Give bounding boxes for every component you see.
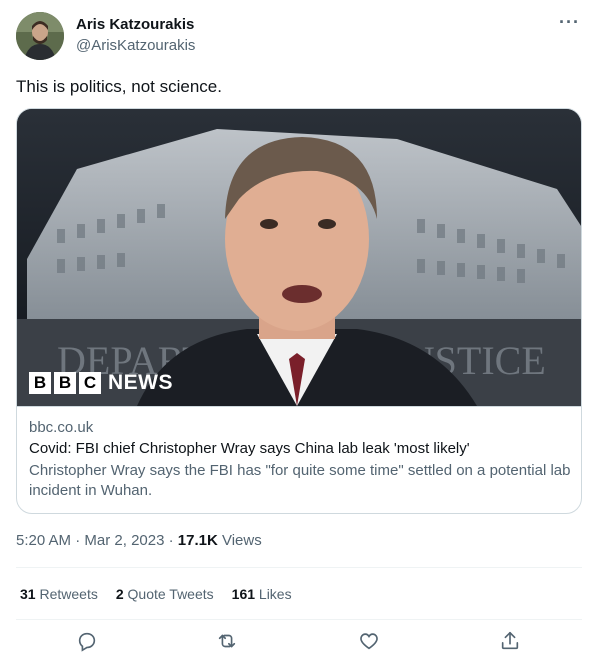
quotes-label: Quote Tweets — [127, 586, 214, 602]
more-horizontal-icon[interactable]: ··· — [559, 12, 580, 33]
card-description: Christopher Wray says the FBI has "for q… — [29, 462, 571, 499]
avatar[interactable] — [16, 12, 64, 60]
share-icon[interactable] — [499, 630, 523, 654]
retweets-stat[interactable]: 31 Retweets — [20, 586, 98, 602]
likes-count: 161 — [231, 586, 256, 602]
card-photo: DEPARTMENT OF JUSTICE — [17, 109, 581, 406]
tweet-header: Aris Katzourakis @ArisKatzourakis ··· — [16, 12, 584, 62]
action-bar — [16, 628, 582, 658]
card-image[interactable]: DEPARTMENT OF JUSTICE B B C NEWS — [17, 109, 581, 406]
views-count: 17.1K — [177, 532, 218, 549]
engagement-stats: 31 Retweets 2 Quote Tweets 161 Likes — [20, 586, 310, 602]
bbc-letter: C — [79, 372, 101, 394]
separator: · — [168, 532, 178, 549]
card-meta[interactable]: bbc.co.uk Covid: FBI chief Christopher W… — [17, 406, 581, 513]
reply-icon[interactable] — [76, 630, 100, 654]
retweet-icon[interactable] — [216, 630, 240, 654]
retweets-count: 31 — [20, 586, 36, 602]
bbc-letter: B — [29, 372, 51, 394]
separator: · — [75, 532, 85, 549]
bbc-news-logo: B B C NEWS — [29, 371, 173, 395]
card-domain: bbc.co.uk — [29, 419, 94, 436]
divider — [16, 567, 582, 568]
divider — [16, 619, 582, 620]
author-handle[interactable]: @ArisKatzourakis — [76, 37, 195, 54]
tweet-timestamp: 5:20 AM · Mar 2, 2023 · 17.1K Views — [16, 532, 262, 549]
quotes-stat[interactable]: 2 Quote Tweets — [116, 586, 214, 602]
quotes-count: 2 — [115, 586, 124, 602]
retweets-label: Retweets — [39, 586, 98, 602]
tweet-time[interactable]: 5:20 AM — [16, 532, 71, 549]
card-title: Covid: FBI chief Christopher Wray says C… — [29, 440, 470, 457]
link-card[interactable]: DEPARTMENT OF JUSTICE B B C NEWS bbc.co.… — [16, 108, 582, 514]
tweet-date[interactable]: Mar 2, 2023 — [84, 532, 164, 549]
author-name[interactable]: Aris Katzourakis — [76, 16, 194, 33]
views-label: Views — [221, 532, 262, 549]
bbc-news-word: NEWS — [108, 371, 173, 394]
avatar-image — [16, 12, 64, 60]
tweet-text: This is politics, not science. — [16, 77, 222, 96]
bbc-letter: B — [54, 372, 76, 394]
likes-stat[interactable]: 161 Likes — [232, 586, 292, 602]
heart-icon[interactable] — [358, 630, 382, 654]
likes-label: Likes — [258, 586, 292, 602]
